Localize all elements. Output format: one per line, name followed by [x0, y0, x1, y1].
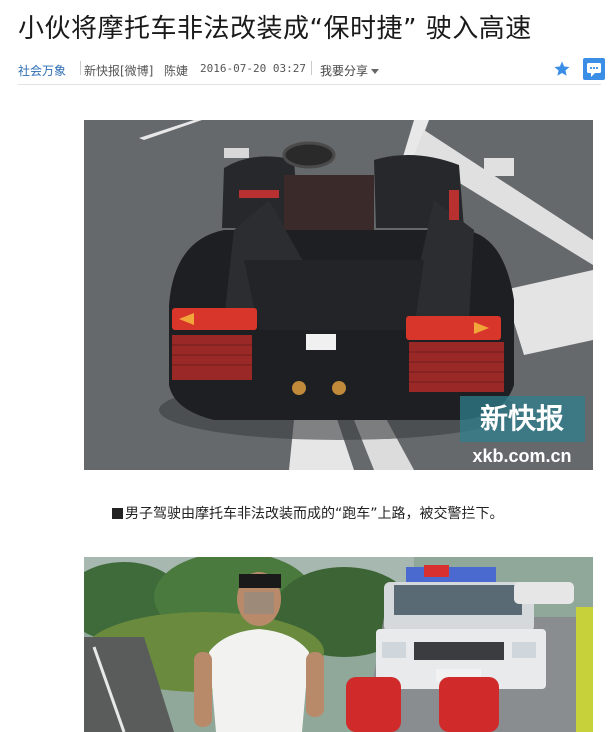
article-meta-bar: 社会万象 新快报[微博] 陈婕 2016-07-20 03:27 我要分享 — [18, 56, 601, 85]
chevron-down-icon — [371, 69, 380, 74]
source-link[interactable]: 新快报[微博] — [84, 62, 153, 79]
publish-time: 2016-07-20 03:27 — [200, 62, 306, 75]
photo-caption: 男子驾驶由摩托车非法改装而成的“跑车”上路，被交警拦下。 — [112, 503, 504, 523]
share-label: 我要分享 — [320, 64, 369, 78]
caption-bullet — [112, 508, 123, 519]
comment-button[interactable] — [583, 58, 605, 80]
caption-text: 男子驾驶由摩托车非法改装而成的“跑车”上路，被交警拦下。 — [125, 506, 504, 522]
watermark-url: xkb.com.cn — [472, 446, 571, 466]
article-photo-car: 新快报 xkb.com.cn — [84, 120, 593, 470]
channel-link[interactable]: 社会万象 — [18, 62, 66, 79]
comment-icon — [587, 63, 601, 77]
article-headline: 小伙将摩托车非法改装成“保时捷” 驶入高速 — [18, 14, 532, 44]
meta-divider — [80, 61, 81, 75]
star-icon — [554, 61, 570, 76]
article-page: 小伙将摩托车非法改装成“保时捷” 驶入高速 社会万象 新快报[微博] 陈婕 20… — [0, 0, 609, 732]
article-photo-driver — [84, 557, 593, 732]
author-name: 陈婕 — [164, 64, 189, 78]
watermark-brand: 新快报 — [480, 402, 564, 435]
meta-divider — [311, 61, 312, 75]
favorite-button[interactable] — [553, 60, 571, 78]
share-menu-button[interactable]: 我要分享 — [320, 62, 380, 79]
